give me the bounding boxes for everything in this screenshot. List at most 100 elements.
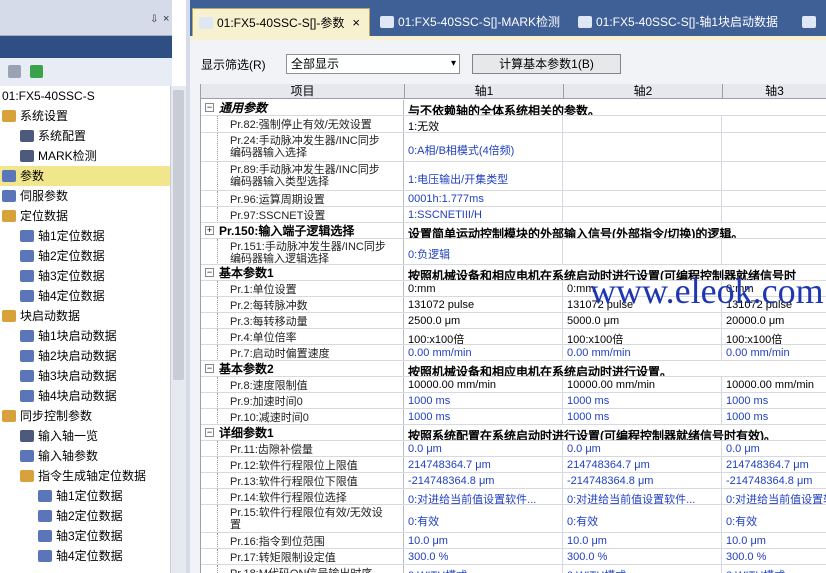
- param-value-cell[interactable]: 0:负逻辑: [405, 239, 563, 264]
- param-value-cell[interactable]: [723, 239, 826, 264]
- param-value-cell[interactable]: 10000.00 mm/min: [723, 377, 826, 392]
- param-value-cell[interactable]: 214748364.7 μm: [723, 457, 826, 472]
- param-row[interactable]: Pr.7:启动时偏置速度 0.00 mm/min 0.00 mm/min 0.00 m…: [201, 345, 826, 361]
- tree-item[interactable]: 轴3定位数据: [38, 526, 123, 546]
- param-value-cell[interactable]: [564, 116, 722, 132]
- param-value-cell[interactable]: 1000 ms: [405, 409, 563, 424]
- param-row[interactable]: Pr.15:软件行程限位有效/无效设 置 0:有效 0:有效 0:有效: [201, 505, 826, 533]
- param-value-cell[interactable]: [723, 133, 826, 161]
- param-value-cell[interactable]: 100:x100倍: [564, 329, 722, 344]
- scrollbar-thumb[interactable]: [173, 90, 184, 380]
- sidebar-scrollbar[interactable]: [170, 86, 186, 573]
- tree-item[interactable]: 01:FX5-40SSC-S: [2, 86, 95, 106]
- group-row[interactable]: − 详细参数1 按照系统配置在系统启动时进行设置(可编程控制器就绪信号时有效)。: [201, 425, 826, 441]
- column-header[interactable]: 项目: [201, 84, 405, 99]
- param-row[interactable]: Pr.8:速度限制值 10000.00 mm/min 10000.00 mm/min…: [201, 377, 826, 393]
- collapse-icon[interactable]: −: [205, 268, 214, 277]
- param-value-cell[interactable]: 0:有效: [723, 505, 826, 532]
- param-value-cell[interactable]: 2500.0 μm: [405, 313, 563, 328]
- param-value-cell[interactable]: [723, 116, 826, 132]
- module-icon[interactable]: [8, 65, 21, 78]
- param-value-cell[interactable]: 0.00 mm/min: [405, 345, 563, 360]
- param-value-cell[interactable]: 0.00 mm/min: [723, 345, 826, 360]
- tree-item[interactable]: 轴4定位数据: [20, 286, 105, 306]
- collapse-icon[interactable]: −: [205, 428, 214, 437]
- param-value-cell[interactable]: 10000.00 mm/min: [405, 377, 563, 392]
- param-row[interactable]: Pr.16:指令到位范围 10.0 μm 10.0 μm 10.0 μm: [201, 533, 826, 549]
- param-value-cell[interactable]: 10.0 μm: [723, 533, 826, 548]
- tree-item[interactable]: 轴4定位数据: [38, 546, 123, 566]
- param-value-cell[interactable]: 0:A相/B相模式(4倍频): [405, 133, 563, 161]
- param-value-cell[interactable]: [564, 162, 722, 190]
- param-value-cell[interactable]: [723, 162, 826, 190]
- param-value-cell[interactable]: 1000 ms: [723, 409, 826, 424]
- tree-item[interactable]: 同步控制参数: [2, 406, 92, 426]
- param-value-cell[interactable]: [564, 133, 722, 161]
- param-value-cell[interactable]: 10000.00 mm/min: [564, 377, 722, 392]
- tree-item[interactable]: 轴2定位数据: [38, 506, 123, 526]
- param-value-cell[interactable]: 0.0 μm: [405, 441, 563, 456]
- param-row[interactable]: Pr.97:SSCNET设置 1:SSCNETIII/H: [201, 207, 826, 223]
- param-value-cell[interactable]: 0:有效: [564, 505, 722, 532]
- param-value-cell[interactable]: 5000.0 μm: [564, 313, 722, 328]
- param-row[interactable]: Pr.14:软件行程限位选择 0:对进给当前值设置软件... 0:对进给当前值设置软…: [201, 489, 826, 505]
- tree-item[interactable]: 轴3块启动数据: [20, 366, 117, 386]
- param-value-cell[interactable]: 0001h:1.777ms: [405, 191, 563, 206]
- param-value-cell[interactable]: -214748364.8 μm: [564, 473, 722, 488]
- param-value-cell[interactable]: 0.0 μm: [723, 441, 826, 456]
- param-row[interactable]: Pr.12:软件行程限位上限值 214748364.7 μm 214748364.7…: [201, 457, 826, 473]
- tree-item[interactable]: 轴2块启动数据: [20, 346, 117, 366]
- param-value-cell[interactable]: 1000 ms: [564, 393, 722, 408]
- param-row[interactable]: Pr.4:单位倍率 100:x100倍 100:x100倍 100:x100倍: [201, 329, 826, 345]
- param-value-cell[interactable]: 131072 pulse: [405, 297, 563, 312]
- tab-4[interactable]: [796, 8, 826, 36]
- collapse-icon[interactable]: −: [205, 103, 214, 112]
- param-row[interactable]: Pr.10:减速时间0 1000 ms 1000 ms 1000 ms: [201, 409, 826, 425]
- param-value-cell[interactable]: 10.0 μm: [405, 533, 563, 548]
- param-value-cell[interactable]: 100:x100倍: [723, 329, 826, 344]
- param-value-cell[interactable]: 100:x100倍: [405, 329, 563, 344]
- param-value-cell[interactable]: [564, 239, 722, 264]
- tree-item[interactable]: 块启动数据: [2, 306, 80, 326]
- tree-item[interactable]: MARK检测: [20, 146, 97, 166]
- tree-item[interactable]: 轴4块启动数据: [20, 386, 117, 406]
- param-value-cell[interactable]: 1000 ms: [723, 393, 826, 408]
- param-value-cell[interactable]: 300.0 %: [564, 549, 722, 564]
- group-row[interactable]: − 通用参数 与不依赖轴的全体系统相关的参数。: [201, 100, 826, 116]
- param-row[interactable]: Pr.9:加速时间0 1000 ms 1000 ms 1000 ms: [201, 393, 826, 409]
- filter-select[interactable]: 全部显示 ▾: [286, 54, 460, 74]
- param-value-cell[interactable]: 1000 ms: [405, 393, 563, 408]
- expand-icon[interactable]: +: [205, 226, 214, 235]
- column-header[interactable]: 轴2: [564, 84, 723, 99]
- param-row[interactable]: Pr.82:强制停止有效/无效设置 1:无效: [201, 116, 826, 133]
- param-value-cell[interactable]: [564, 207, 722, 222]
- refresh-icon[interactable]: [30, 65, 43, 78]
- param-value-cell[interactable]: -214748364.8 μm: [723, 473, 826, 488]
- tab-2[interactable]: 01:FX5-40SSC-S[]-MARK检测: [374, 8, 566, 36]
- param-value-cell[interactable]: [723, 191, 826, 206]
- param-value-cell[interactable]: 10.0 μm: [564, 533, 722, 548]
- column-header[interactable]: 轴3: [723, 84, 826, 99]
- param-value-cell[interactable]: 0:对进给当前值设置软件...: [405, 489, 563, 504]
- param-row[interactable]: Pr.96:运算周期设置 0001h:1.777ms: [201, 191, 826, 207]
- param-value-cell[interactable]: 20000.0 μm: [723, 313, 826, 328]
- tree-item[interactable]: 伺服参数: [2, 186, 68, 206]
- tree-item[interactable]: 定位数据: [2, 206, 68, 226]
- param-value-cell[interactable]: 214748364.7 μm: [564, 457, 722, 472]
- param-row[interactable]: Pr.13:软件行程限位下限值 -214748364.8 μm -214748364…: [201, 473, 826, 489]
- param-value-cell[interactable]: [564, 191, 722, 206]
- tree-item[interactable]: 系统配置: [20, 126, 86, 146]
- pin-icon[interactable]: ⇩: [150, 14, 158, 25]
- param-row[interactable]: Pr.151:手动脉冲发生器/INC同步 编码器输入逻辑选择 0:负逻辑: [201, 239, 826, 265]
- tab-3[interactable]: 01:FX5-40SSC-S[]-轴1块启动数据: [572, 8, 790, 36]
- param-value-cell[interactable]: 214748364.7 μm: [405, 457, 563, 472]
- tree-item[interactable]: 参数: [0, 166, 170, 186]
- group-row[interactable]: − 基本参数2 按照机械设备和相应电机在系统启动时进行设置。: [201, 361, 826, 377]
- param-value-cell[interactable]: 0:WITH模式: [405, 565, 563, 573]
- param-row[interactable]: Pr.11:齿隙补偿量 0.0 μm 0.0 μm 0.0 μm: [201, 441, 826, 457]
- tree-item[interactable]: 轴1块启动数据: [20, 326, 117, 346]
- param-row[interactable]: Pr.17:转矩限制设定值 300.0 % 300.0 % 300.0 %: [201, 549, 826, 565]
- param-value-cell[interactable]: 300.0 %: [723, 549, 826, 564]
- param-row[interactable]: Pr.3:每转移动量 2500.0 μm 5000.0 μm 20000.0 μm: [201, 313, 826, 329]
- tree-item[interactable]: 系统设置: [2, 106, 68, 126]
